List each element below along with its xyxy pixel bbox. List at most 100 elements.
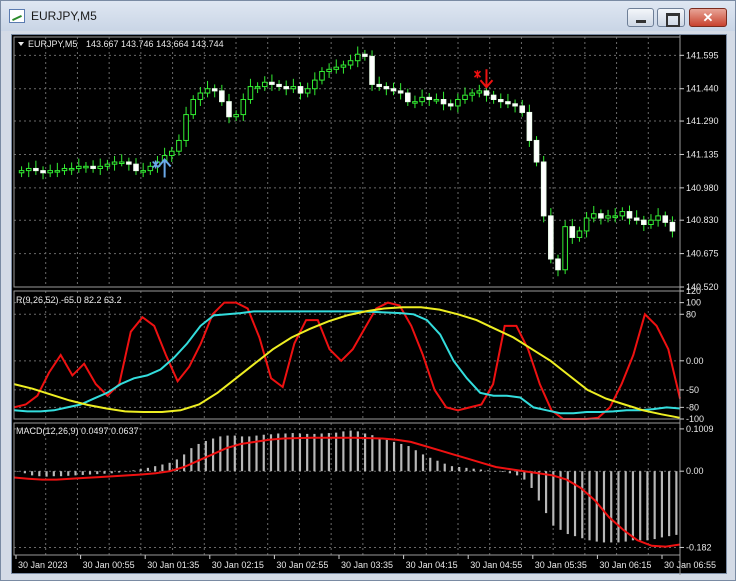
maximize-button[interactable]: [657, 8, 685, 27]
candle-body: [61, 167, 68, 172]
candle-body: [140, 170, 146, 173]
price-tick-label: -100: [686, 414, 704, 424]
candle-body: [219, 90, 225, 103]
window-titlebar[interactable]: EURJPY,M5 ✕: [1, 1, 735, 31]
candle-body: [583, 217, 590, 232]
macd-bar: [646, 471, 649, 541]
main-chart-title: EURJPY,M5: [28, 39, 77, 49]
macd-bar: [103, 471, 106, 474]
macd-bar: [74, 471, 77, 476]
candle-body: [111, 161, 118, 165]
minimize-button[interactable]: [627, 8, 654, 27]
candle-body: [519, 105, 526, 113]
macd-bar: [154, 466, 157, 472]
macd-bar: [472, 468, 475, 472]
candle-body: [490, 94, 497, 100]
buy-arrow-icon: [157, 157, 172, 178]
candle-body: [662, 215, 669, 223]
macd-bar: [96, 471, 99, 475]
candle-body: [18, 170, 25, 174]
candle-body: [619, 211, 626, 217]
macd-bar: [38, 471, 41, 477]
candle-body: [83, 165, 89, 169]
oscillator-title: R(9,26,52) -65.0 82.2 63.2: [16, 295, 122, 305]
candle-body: [598, 213, 604, 219]
price-tick-label: 0.00: [686, 466, 704, 476]
macd-bar: [81, 471, 84, 475]
candle-body: [483, 90, 490, 96]
candle-body: [304, 88, 311, 94]
candle-body: [648, 219, 654, 225]
candle-body: [283, 86, 289, 90]
time-tick-label: 30 Jan 2023: [18, 560, 68, 570]
macd-bar: [581, 471, 584, 539]
candle-body: [605, 215, 611, 219]
macd-bar: [523, 471, 526, 480]
candle-body: [397, 90, 404, 94]
candle-body: [533, 139, 540, 163]
panel-frame-2: [13, 422, 681, 556]
macd-bar: [421, 454, 425, 472]
candle-body: [440, 99, 447, 105]
macd-bar: [675, 471, 678, 535]
macd-bar: [516, 471, 519, 476]
candle-body: [512, 103, 518, 107]
candle-body: [226, 101, 232, 118]
macd-bar: [479, 469, 483, 472]
candle-body: [362, 53, 368, 57]
macd-bar: [595, 471, 598, 542]
macd-bar: [219, 436, 222, 472]
sell-arrow-icon: [479, 69, 494, 89]
macd-bar: [508, 471, 511, 474]
candle-body: [469, 92, 475, 96]
macd-bar: [306, 433, 309, 472]
candle-body: [447, 103, 454, 107]
macd-bar: [298, 433, 302, 472]
macd-bar: [559, 471, 562, 530]
close-button[interactable]: ✕: [689, 8, 727, 27]
candle-body: [433, 99, 440, 102]
macd-bar: [414, 450, 417, 472]
time-tick-label: 30 Jan 03:35: [341, 560, 393, 570]
macd-bar: [67, 471, 70, 476]
candle-body: [590, 213, 597, 219]
candle-body: [90, 165, 96, 169]
macd-bar: [552, 471, 555, 526]
candle-body: [261, 81, 268, 88]
chart-canvas[interactable]: 30 Jan 2023 30 Jan 00:55 30 Jan 01:35 30 Ja…: [12, 35, 728, 575]
macd-bar: [59, 471, 63, 477]
candle-body: [312, 79, 318, 90]
price-tick-label: 140.675: [686, 249, 719, 259]
macd-bar: [573, 471, 577, 537]
price-tick-label: -80: [686, 402, 699, 412]
price-tick-label: 80: [686, 309, 696, 319]
candle-body: [326, 68, 332, 72]
candle-body: [269, 81, 275, 85]
macd-title: MACD(12,26,9) 0.0497 0.0637: [16, 426, 139, 436]
macd-bar: [327, 433, 330, 472]
candle-body: [333, 66, 340, 70]
chart-area[interactable]: 30 Jan 2023 30 Jan 00:55 30 Jan 01:35 30 Ja…: [11, 34, 728, 575]
candle-body: [297, 86, 304, 94]
candle-body: [40, 170, 46, 174]
macd-bar: [183, 454, 186, 472]
oscillator-line-2: [13, 306, 681, 419]
price-tick-label: 141.135: [686, 149, 719, 159]
window-title: EURJPY,M5: [31, 9, 97, 23]
candle-body: [612, 215, 618, 218]
macd-bar: [653, 471, 656, 540]
candle-body: [183, 114, 189, 141]
macd-bar: [161, 464, 164, 472]
macd-bar: [400, 443, 403, 472]
candle-body: [569, 226, 576, 238]
candle-body: [548, 215, 554, 260]
candle-body: [383, 86, 390, 90]
macd-bar: [407, 446, 410, 472]
macd-bar: [631, 471, 635, 541]
macd-bar: [501, 471, 504, 473]
macd-bar: [537, 471, 540, 501]
candle-body: [104, 163, 111, 167]
macd-bar: [31, 471, 34, 476]
price-tick-label: 141.290: [686, 116, 719, 126]
macd-bar: [125, 471, 128, 472]
